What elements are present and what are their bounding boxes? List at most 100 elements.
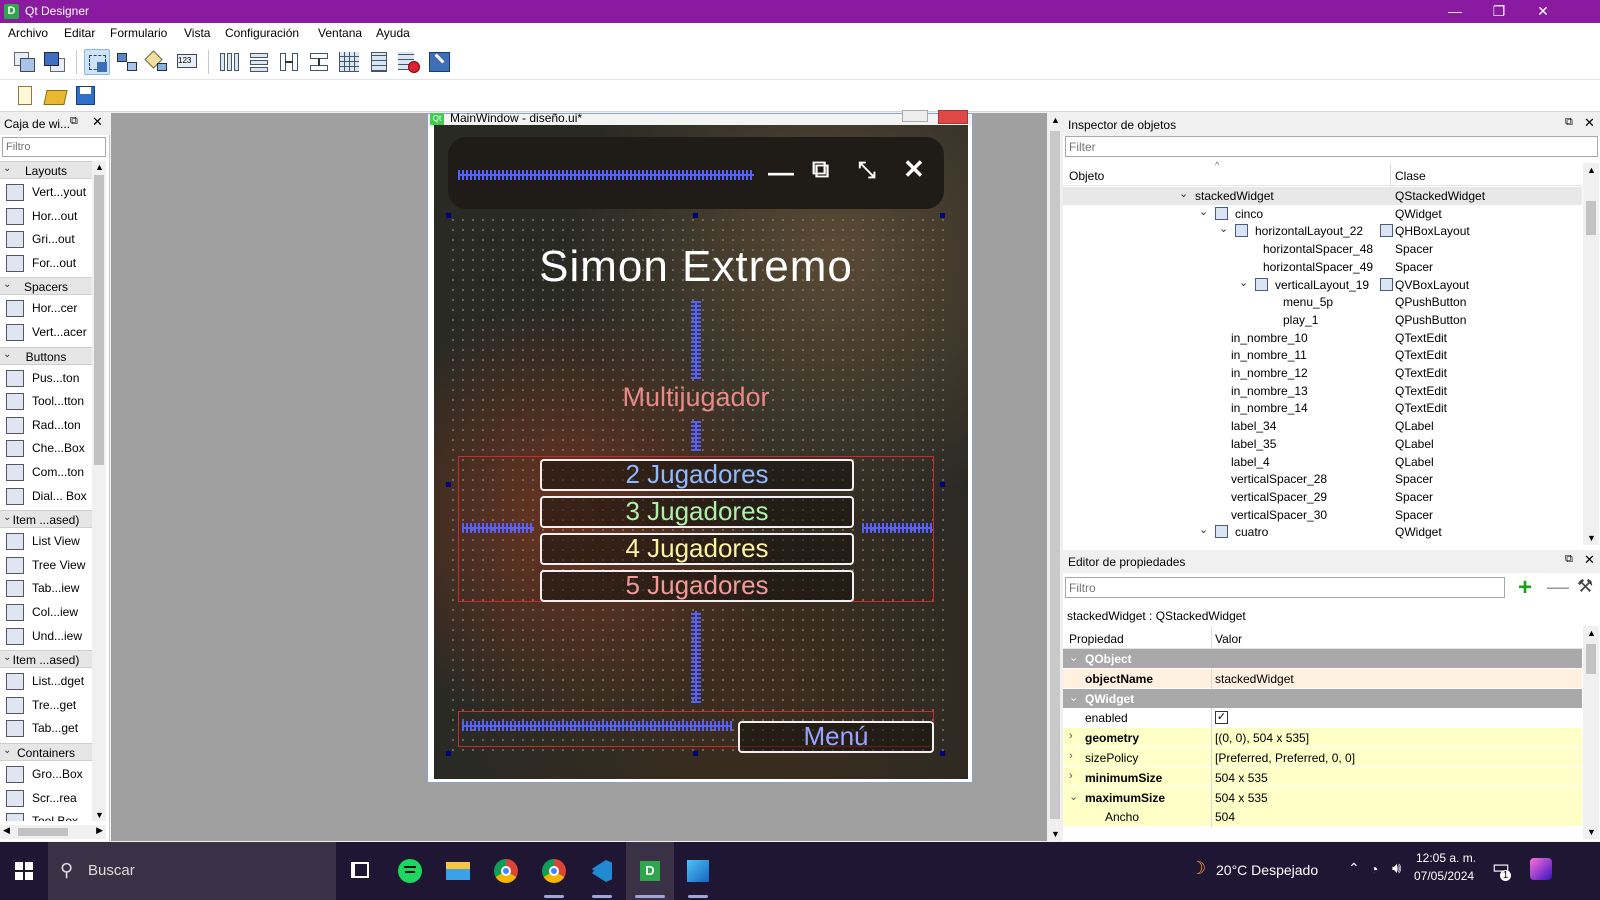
widget-category[interactable]: ⌄ Item ...ased) [0,510,92,529]
selection-handle[interactable] [446,482,451,487]
widget-item[interactable]: Tree View [0,554,92,577]
widget-item[interactable]: Com...ton [0,461,92,484]
scroll-down-icon[interactable]: ▼ [1051,829,1060,839]
widget-item[interactable]: List View [0,530,92,553]
vertical-spacer[interactable] [691,421,701,451]
object-tree-row[interactable]: in_nombre_10 QTextEdit [1063,329,1582,347]
vertical-spacer[interactable] [691,301,701,379]
widget-box-filter-input[interactable] [2,137,106,157]
chevron-down-icon[interactable]: ⌄ [1069,651,1078,664]
scroll-up-icon[interactable]: ▲ [1587,628,1596,638]
widget-item[interactable]: Tab...get [0,717,92,740]
widget-category[interactable]: ⌄ Item ...ased) [0,650,92,669]
object-tree-row[interactable]: label_4 QLabel [1063,453,1582,471]
scrollbar-thumb[interactable] [18,828,68,836]
property-value[interactable]: [Preferred, Preferred, 0, 0] [1215,751,1355,765]
widget-item[interactable]: List...dget [0,670,92,693]
layout-splitter-vertical-icon[interactable] [306,49,332,75]
widget-item[interactable]: Rad...ton [0,414,92,437]
volume-icon[interactable]: 🔊︎ [1392,860,1401,877]
vertical-spacer[interactable] [691,611,701,703]
object-tree-row[interactable]: verticalSpacer_28 Spacer [1063,470,1582,488]
spotify-icon[interactable] [386,842,434,900]
property-category[interactable]: ⌄ QWidget [1063,688,1582,709]
horizontal-spacer[interactable] [462,523,534,533]
clock-date[interactable]: 07/05/2024 [1414,869,1474,883]
close-icon[interactable]: ✕ [903,156,925,182]
show-hidden-icons-icon[interactable]: ⌃ [1348,860,1360,877]
selection-handle[interactable] [940,213,945,218]
property-value[interactable]: [(0, 0), 504 x 535] [1215,731,1309,745]
external-link-icon[interactable]: ⧉ [812,157,829,183]
widget-category[interactable]: ⌄ Containers [0,743,92,761]
edit-tab-order-icon[interactable]: 123 [174,49,200,75]
object-tree-row[interactable]: label_35 QLabel [1063,435,1582,453]
layout-vertically-icon[interactable] [246,49,272,75]
chrome-icon[interactable] [482,842,530,900]
chevron-down-icon[interactable]: ⌄ [1219,222,1228,235]
break-layout-icon[interactable] [396,49,422,75]
property-row[interactable]: › geometry [(0, 0), 504 x 535] [1063,728,1582,749]
expand-property-icon[interactable]: ⌄ [1069,790,1078,803]
close-panel-icon[interactable]: ✕ [1584,115,1595,131]
remove-property-icon[interactable]: — [1547,574,1569,600]
task-view-icon[interactable] [336,842,384,900]
menu-button[interactable]: Menú [738,721,934,753]
wifi-icon[interactable]: ◔ [1370,861,1378,877]
chevron-down-icon[interactable]: ⌄ [1199,523,1208,536]
file-explorer-icon[interactable] [434,842,482,900]
layout-grid-icon[interactable] [336,49,362,75]
edit-signals-slots-icon[interactable] [114,49,140,75]
taskbar-search-box[interactable]: ⚲ Buscar [48,842,336,900]
close-panel-icon[interactable]: ✕ [1584,552,1595,568]
object-tree-row[interactable]: verticalSpacer_29 Spacer [1063,488,1582,506]
property-row[interactable]: Ancho 504 [1063,807,1582,828]
form-close-button[interactable] [938,110,968,124]
column-objeto[interactable]: Objeto [1069,169,1104,183]
windows-start-icon[interactable] [0,842,48,900]
object-tree-row[interactable]: in_nombre_12 QTextEdit [1063,364,1582,382]
object-tree-row[interactable]: in_nombre_13 QTextEdit [1063,382,1582,400]
player-count-button[interactable]: 3 Jugadores [540,496,854,528]
configure-wrench-icon[interactable]: ⚒ [1577,576,1593,597]
chevron-down-icon[interactable]: ⌄ [1199,205,1208,218]
widget-item[interactable]: Che...Box [0,437,92,460]
form-minimize-button[interactable] [902,110,928,122]
float-panel-icon[interactable]: ⧉ [1565,553,1573,566]
menu-formulario[interactable]: Formulario [110,26,167,40]
scrollbar-thumb[interactable] [1586,644,1596,674]
property-row[interactable]: › minimumSize 504 x 535 [1063,767,1582,788]
property-row[interactable]: enabled ✓ [1063,708,1582,729]
object-tree-row[interactable]: ⌄ verticalLayout_19 QVBoxLayout [1063,276,1582,294]
object-tree-row[interactable]: ⌄ horizontalLayout_22 QHBoxLayout [1063,222,1582,240]
selection-handle[interactable] [940,751,945,756]
object-tree-row[interactable]: play_1 QPushButton [1063,311,1582,329]
scroll-right-icon[interactable]: ▶ [96,825,103,836]
widget-item[interactable]: Hor...cer [0,297,92,320]
scroll-up-icon[interactable]: ▲ [1051,115,1060,125]
menu-configuracion[interactable]: Configuración [225,26,299,40]
object-tree-row[interactable]: label_34 QLabel [1063,417,1582,435]
player-count-button[interactable]: 2 Jugadores [540,459,854,491]
selection-handle[interactable] [446,751,451,756]
property-value[interactable]: 504 x 535 [1215,791,1268,805]
enabled-checkbox[interactable]: ✓ [1215,711,1228,725]
scroll-up-icon[interactable]: ▲ [95,162,104,172]
widget-item[interactable]: Gro...Box [0,763,92,786]
object-tree-row[interactable]: in_nombre_11 QTextEdit [1063,346,1582,364]
scroll-down-icon[interactable]: ▼ [1587,533,1596,543]
property-value[interactable]: stackedWidget [1215,672,1294,686]
vscode-icon[interactable] [578,842,626,900]
widget-item[interactable]: Vert...yout [0,181,92,204]
widget-item[interactable]: Pus...ton [0,367,92,390]
widget-category[interactable]: ⌄ Spacers [0,277,92,296]
layout-horizontally-icon[interactable] [216,49,242,75]
selection-handle[interactable] [446,213,451,218]
scroll-left-icon[interactable]: ◀ [3,825,10,836]
inspector-scrollbar[interactable]: ▲ ▼ [1583,163,1599,545]
menu-vista[interactable]: Vista [184,26,210,40]
widget-item[interactable]: Hor...out [0,205,92,228]
minus-icon[interactable]: — [768,159,794,185]
collapse-icon[interactable]: ⤡ [858,157,876,183]
widget-item[interactable]: For...out [0,252,92,275]
